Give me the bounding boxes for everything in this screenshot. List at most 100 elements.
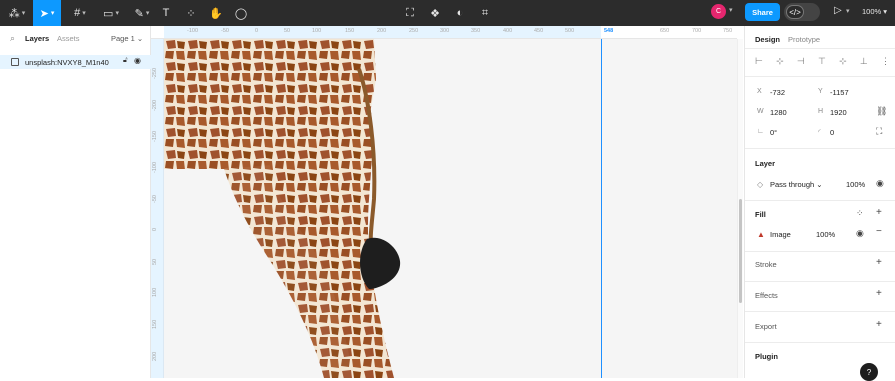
ruler-tick-highlight: 548	[604, 28, 614, 34]
giraffe-image[interactable]	[164, 39, 737, 378]
blend-mode-dropdown[interactable]: Pass through ⌄	[770, 180, 823, 189]
blend-mode-label: Pass through	[770, 180, 815, 189]
ruler-tick: -50	[152, 195, 158, 203]
layer-opacity-field[interactable]: 100%	[846, 180, 865, 189]
ruler-tick: 400	[503, 28, 513, 34]
x-field[interactable]: -732	[770, 88, 785, 97]
component-frame-button[interactable]: ⛶	[402, 0, 418, 26]
code-icon: </>	[786, 5, 804, 19]
shape-tool-button[interactable]: ▭ ▾	[98, 0, 124, 26]
crop-button[interactable]: ⌗	[477, 0, 493, 26]
ruler-top: -100 -50 0 50 100 150 200 250 300 350 40…	[151, 26, 737, 39]
tab-assets[interactable]: Assets	[57, 34, 80, 43]
divider	[745, 311, 895, 312]
width-field[interactable]: 1280	[770, 108, 787, 117]
rotation-field[interactable]: 0°	[770, 128, 777, 137]
divider	[745, 76, 895, 77]
text-tool-button[interactable]: T	[158, 0, 174, 26]
fill-type-label[interactable]: Image	[770, 230, 791, 239]
pen-icon: ✎	[134, 7, 144, 20]
move-tool-button[interactable]: ➤ ▾	[33, 0, 61, 26]
independent-corners-icon[interactable]: ⛶	[876, 126, 882, 137]
corner-radius-field[interactable]: 0	[830, 128, 834, 137]
fill-opacity-field[interactable]: 100%	[816, 230, 835, 239]
tab-prototype[interactable]: Prototype	[788, 35, 820, 44]
chevron-down-icon: ▾	[115, 10, 119, 17]
align-bottom-icon[interactable]: ⊥	[860, 56, 868, 68]
height-field[interactable]: 1920	[830, 108, 847, 117]
constrain-proportions-icon[interactable]: ⛓	[876, 106, 887, 117]
unlock-icon[interactable]: 🔓︎	[123, 57, 128, 65]
share-button[interactable]: Share	[745, 3, 780, 21]
ruler-tick: -250	[152, 67, 158, 79]
ruler-tick: 200	[377, 28, 387, 34]
chevron-down-icon[interactable]: ▾	[846, 7, 850, 15]
ruler-tick: 250	[409, 28, 419, 34]
comment-tool-button[interactable]: ◯	[233, 0, 249, 26]
alignment-toolbar: ⊢ ⊹ ⊣ ⊤ ⊹ ⊥ ⋮	[755, 56, 890, 68]
resources-button[interactable]: ⁘	[183, 0, 199, 26]
toolbar: ⁂ ▾ ➤ ▾ # ▾ ▭ ▾ ✎ ▾ T ⁘ ✋ ◯ ⛶ ❖ ◐ ⌗ C ▾ Share…	[0, 0, 895, 26]
page-selector[interactable]: Page 1 ⌄	[111, 34, 143, 43]
ruler-left: -250 -200 -150 -100 -50 0 50 100 150 200	[151, 39, 164, 378]
help-button[interactable]: ?	[860, 363, 878, 381]
layer-row[interactable]: unsplash:NVXY8_M1n40 🔓︎ ◉	[0, 55, 151, 69]
add-fill-icon[interactable]: +	[876, 207, 882, 218]
styles-icon[interactable]: ⁘	[856, 208, 864, 219]
canvas[interactable]	[164, 39, 737, 378]
pen-tool-button[interactable]: ✎ ▾	[129, 0, 155, 26]
y-field[interactable]: -1157	[830, 88, 849, 97]
scrollbar-thumb[interactable]	[739, 199, 742, 303]
align-center-horizontal-icon[interactable]: ⊹	[776, 56, 784, 68]
divider	[745, 281, 895, 282]
ruler-tick: 700	[692, 28, 702, 34]
export-section-title: Export	[755, 322, 777, 331]
eye-icon[interactable]: ◉	[876, 178, 884, 189]
ruler-tick: 350	[471, 28, 481, 34]
ruler-tick: 100	[152, 287, 158, 297]
mask-button[interactable]: ◐	[452, 0, 468, 26]
ruler-tick: 0	[152, 227, 158, 231]
eye-icon[interactable]: ◉	[856, 228, 864, 239]
add-effect-icon[interactable]: +	[876, 288, 882, 299]
tab-layers[interactable]: Layers	[25, 34, 49, 43]
divider	[745, 48, 895, 49]
crop-icon: ⌗	[481, 6, 489, 19]
present-icon[interactable]: ▷	[834, 5, 842, 16]
hand-tool-button[interactable]: ✋	[208, 0, 224, 26]
ruler-tick: 750	[723, 28, 733, 34]
layer-name: unsplash:NVXY8_M1n40	[25, 58, 109, 67]
corner-radius-icon: ◜	[818, 129, 821, 136]
canvas-scrollbar[interactable]	[737, 39, 743, 378]
image-fill-icon[interactable]: ▲	[757, 230, 765, 239]
rectangle-icon: ▭	[103, 7, 114, 20]
divider	[745, 148, 895, 149]
frame-tool-button[interactable]: # ▾	[67, 0, 93, 26]
dev-mode-toggle[interactable]: </>	[784, 3, 820, 21]
align-top-icon[interactable]: ⊤	[818, 56, 826, 68]
chevron-down-icon: ▾	[50, 10, 55, 17]
hand-icon: ✋	[209, 7, 223, 20]
zoom-dropdown[interactable]: 100% ▾	[862, 7, 887, 16]
effects-section-title: Effects	[755, 291, 778, 300]
ruler-tick: -200	[152, 99, 158, 111]
image-icon	[11, 58, 19, 66]
align-center-vertical-icon[interactable]: ⊹	[839, 56, 847, 68]
add-export-icon[interactable]: +	[876, 319, 882, 330]
add-stroke-icon[interactable]: +	[876, 257, 882, 268]
main-menu-button[interactable]: ⁂ ▾	[6, 0, 28, 26]
user-avatar[interactable]: C	[711, 4, 726, 19]
eye-icon[interactable]: ◉	[134, 56, 141, 65]
align-right-icon[interactable]: ⊣	[797, 56, 805, 68]
component-button[interactable]: ❖	[427, 0, 443, 26]
search-icon[interactable]: ⌕	[10, 33, 15, 44]
figma-logo-icon: ⁂	[8, 7, 20, 20]
plugin-section-title: Plugin	[755, 352, 778, 361]
remove-fill-icon[interactable]: −	[876, 226, 882, 237]
chevron-down-icon[interactable]: ▾	[729, 6, 733, 14]
tab-design[interactable]: Design	[755, 35, 780, 44]
ruler-tick: 50	[284, 28, 291, 34]
distribute-icon[interactable]: ⋮	[881, 56, 890, 68]
ruler-tick: -50	[221, 28, 229, 34]
align-left-icon[interactable]: ⊢	[755, 56, 763, 68]
